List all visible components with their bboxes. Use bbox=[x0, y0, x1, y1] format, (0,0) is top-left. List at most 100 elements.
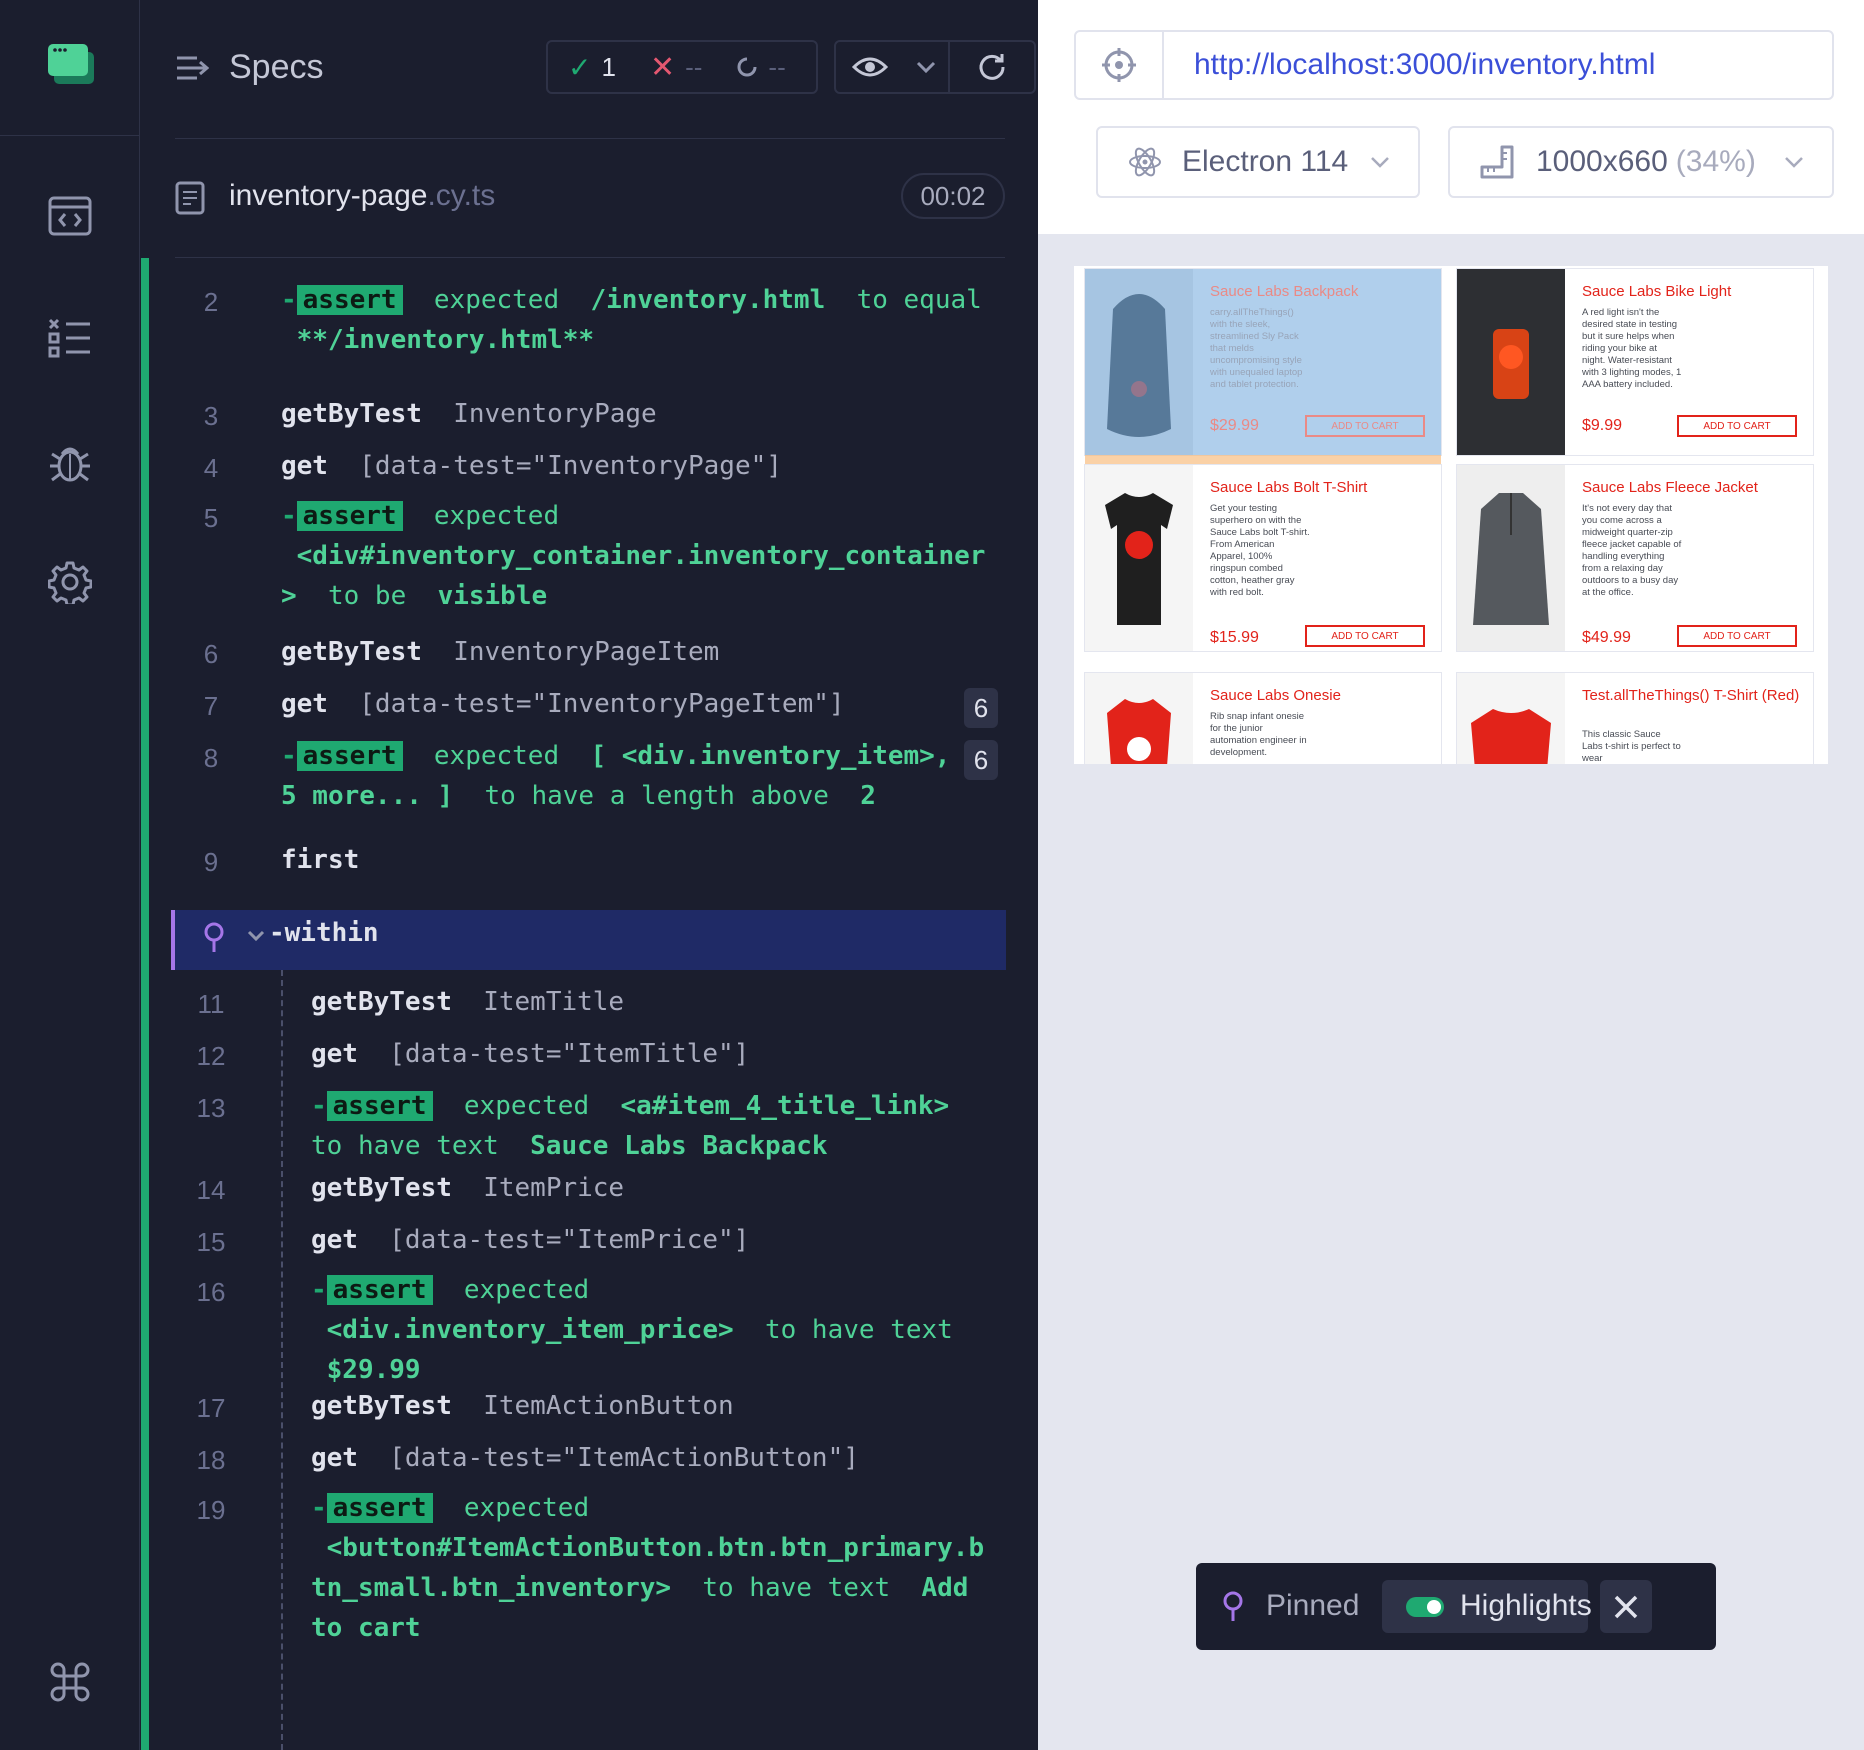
failed-x-icon: ✕ bbox=[649, 50, 676, 84]
dash: - bbox=[311, 1493, 327, 1523]
dash: - bbox=[311, 1275, 327, 1305]
aut-viewport: Sauce Labs Backpack carry.allTheThings()… bbox=[1074, 266, 1828, 764]
product-title[interactable]: Test.allTheThings() T-Shirt (Red) bbox=[1582, 687, 1812, 704]
browser-dropdown[interactable]: Electron 114 bbox=[1096, 126, 1420, 198]
viewport-dropdown[interactable]: 1000x660 (34%) bbox=[1448, 126, 1834, 198]
viewport-size: 1000x660 bbox=[1536, 145, 1668, 178]
command-name: get bbox=[311, 1443, 358, 1473]
failed-count: -- bbox=[685, 51, 703, 82]
line-number: 16 bbox=[196, 1277, 226, 1307]
crosshair-icon bbox=[1102, 48, 1136, 82]
command-name: getByTest bbox=[311, 1173, 452, 1203]
assert-value: to cart bbox=[311, 1613, 421, 1643]
assert-value: > bbox=[281, 581, 297, 611]
spec-file-name[interactable]: inventory-page.cy.ts bbox=[229, 179, 495, 213]
line-number: 15 bbox=[196, 1227, 226, 1257]
product-title[interactable]: Sauce Labs Onesie bbox=[1210, 687, 1440, 704]
assert-value: $29.99 bbox=[326, 1355, 421, 1385]
assert-tag: assert bbox=[326, 1493, 433, 1523]
command-name: getByTest bbox=[281, 637, 422, 667]
assert-text: expected bbox=[463, 1275, 590, 1305]
chevron-down-icon bbox=[1371, 157, 1389, 168]
add-to-cart-button[interactable]: ADD TO CART bbox=[1677, 625, 1797, 647]
selector-playground-button[interactable] bbox=[1076, 32, 1164, 98]
debug-nav-button[interactable] bbox=[44, 436, 96, 488]
close-icon bbox=[1614, 1595, 1638, 1618]
document-icon bbox=[175, 181, 205, 215]
runs-nav-button[interactable] bbox=[44, 190, 96, 242]
spec-ext: .cy.ts bbox=[427, 179, 496, 212]
inventory-item[interactable]: Sauce Labs Backpack carry.allTheThings()… bbox=[1084, 268, 1442, 465]
reporter-header: Specs ✓ 1 ✕ -- -- bbox=[175, 36, 1036, 98]
highlights-label: Highlights bbox=[1460, 1589, 1592, 1622]
toggle-switch[interactable] bbox=[1406, 1597, 1444, 1617]
pin-icon bbox=[204, 922, 224, 952]
specs-toggle-icon[interactable] bbox=[175, 54, 209, 82]
unpin-close-button[interactable] bbox=[1600, 1580, 1652, 1633]
chevron-down-icon bbox=[1785, 157, 1803, 168]
command-name: getByTest bbox=[281, 399, 422, 429]
code-window-icon bbox=[48, 196, 92, 236]
inventory-item[interactable]: Sauce Labs Bike Light A red light isn't … bbox=[1456, 268, 1814, 456]
inventory-item[interactable]: Sauce Labs Bolt T-Shirt Get your testing… bbox=[1084, 464, 1442, 652]
assert-text: to be bbox=[327, 581, 407, 611]
add-to-cart-button[interactable]: ADD TO CART bbox=[1305, 625, 1425, 647]
product-title[interactable]: Sauce Labs Fleece Jacket bbox=[1582, 479, 1812, 496]
product-price: $9.99 bbox=[1582, 417, 1623, 434]
chevron-down-icon[interactable] bbox=[247, 930, 265, 942]
product-title[interactable]: Sauce Labs Bike Light bbox=[1582, 283, 1812, 300]
options-dropdown-button[interactable] bbox=[904, 42, 950, 92]
settings-nav-button[interactable] bbox=[44, 556, 96, 608]
command-arg: InventoryPageItem bbox=[453, 637, 720, 667]
app-under-test-panel: http://localhost:3000/inventory.html Ele… bbox=[1038, 0, 1864, 1750]
line-number: 13 bbox=[196, 1093, 226, 1123]
auto-scroll-eye-button[interactable] bbox=[836, 42, 904, 92]
line-number: 7 bbox=[203, 691, 219, 721]
line-number: 8 bbox=[203, 743, 219, 773]
command-arg: InventoryPage bbox=[453, 399, 657, 429]
element-count-badge: 6 bbox=[964, 740, 998, 780]
command-arg: ItemPrice bbox=[483, 1173, 625, 1203]
line-number: 4 bbox=[203, 453, 219, 483]
add-to-cart-button[interactable]: ADD TO CART bbox=[1677, 415, 1797, 437]
add-to-cart-button[interactable]: ADD TO CART bbox=[1305, 415, 1425, 437]
command-name: get bbox=[281, 689, 328, 719]
pending-count: -- bbox=[768, 51, 786, 82]
product-description: A red light isn't the desired state in t… bbox=[1582, 307, 1682, 390]
app-logo-icon[interactable] bbox=[48, 44, 94, 84]
highlights-toggle[interactable]: Highlights bbox=[1382, 1580, 1592, 1633]
rerun-button[interactable] bbox=[950, 42, 1034, 92]
line-number: 18 bbox=[196, 1445, 226, 1475]
product-image-fleece-jacket bbox=[1457, 465, 1565, 651]
assert-value: <a#item_4_title_link> bbox=[620, 1091, 950, 1121]
passed-check-icon: ✓ bbox=[568, 51, 592, 83]
aut-url[interactable]: http://localhost:3000/inventory.html bbox=[1194, 48, 1655, 82]
assert-text: to have text bbox=[702, 1573, 891, 1603]
assert-text: expected bbox=[433, 501, 560, 531]
product-description: Rib snap infant onesie for the junior au… bbox=[1210, 711, 1307, 758]
product-title[interactable]: Sauce Labs Bolt T-Shirt bbox=[1210, 479, 1440, 496]
keyboard-shortcuts-button[interactable] bbox=[44, 1656, 96, 1708]
product-title[interactable]: Sauce Labs Backpack bbox=[1210, 283, 1440, 300]
assert-value: visible bbox=[437, 581, 548, 611]
line-number: 14 bbox=[196, 1175, 226, 1205]
assert-text: expected bbox=[433, 741, 560, 771]
ruler-icon bbox=[1480, 145, 1514, 179]
within-label: -within bbox=[269, 918, 379, 948]
line-number: 11 bbox=[197, 989, 225, 1019]
assert-tag: assert bbox=[326, 1091, 433, 1121]
specs-list-nav-button[interactable] bbox=[44, 312, 96, 364]
command-arg: [data-test="ItemPrice"] bbox=[389, 1225, 750, 1255]
inventory-item[interactable]: Sauce Labs Onesie Rib snap infant onesie… bbox=[1084, 672, 1442, 764]
passed-count: 1 bbox=[601, 51, 616, 82]
inventory-item[interactable]: Sauce Labs Fleece Jacket It's not every … bbox=[1456, 464, 1814, 652]
specs-title[interactable]: Specs bbox=[229, 48, 324, 87]
command-name: get bbox=[281, 451, 328, 481]
dash: - bbox=[281, 501, 297, 531]
element-count-badge: 6 bbox=[964, 688, 998, 728]
pinned-within-command[interactable]: -within bbox=[171, 910, 1006, 970]
spec-duration: 00:02 bbox=[901, 173, 1005, 219]
run-controls bbox=[834, 40, 1036, 94]
inventory-item[interactable]: Test.allTheThings() T-Shirt (Red) This c… bbox=[1456, 672, 1814, 764]
spec-file-header: inventory-page.cy.ts 00:02 bbox=[175, 138, 1005, 258]
